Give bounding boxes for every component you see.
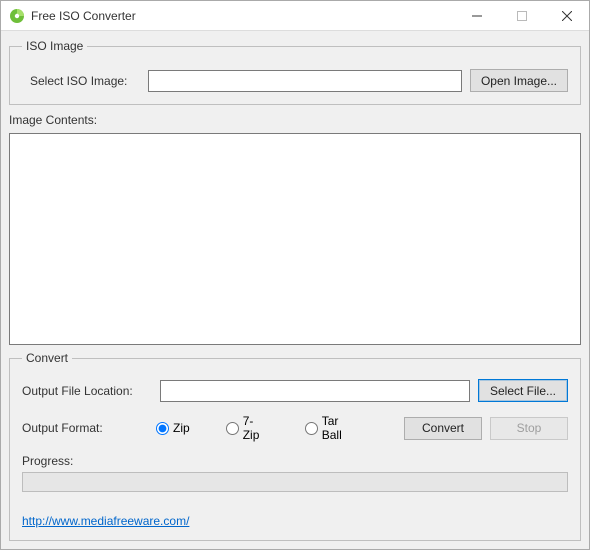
maximize-button[interactable] [499,1,544,30]
output-format-label: Output Format: [22,421,148,435]
convert-button[interactable]: Convert [404,417,482,440]
format-zip-option[interactable]: Zip [156,421,190,435]
window-controls [454,1,589,30]
website-link[interactable]: http://www.mediafreeware.com/ [22,514,568,528]
open-image-button[interactable]: Open Image... [470,69,568,92]
window-title: Free ISO Converter [31,9,454,23]
select-file-button[interactable]: Select File... [478,379,568,402]
output-location-label: Output File Location: [22,384,152,398]
format-tarball-radio[interactable] [305,422,318,435]
select-iso-label: Select ISO Image: [22,74,140,88]
progress-bar [22,472,568,492]
convert-legend: Convert [22,351,72,365]
progress-section: Progress: [22,454,568,492]
titlebar: Free ISO Converter [1,1,589,31]
format-7zip-option[interactable]: 7-Zip [226,414,269,442]
minimize-button[interactable] [454,1,499,30]
iso-image-legend: ISO Image [22,39,87,53]
progress-label: Progress: [22,454,568,468]
image-contents-label: Image Contents: [9,113,581,127]
format-tarball-label: Tar Ball [322,414,360,442]
iso-image-group: ISO Image Select ISO Image: Open Image..… [9,39,581,105]
format-zip-label: Zip [173,421,190,435]
image-contents-list[interactable] [9,133,581,345]
client-area: ISO Image Select ISO Image: Open Image..… [1,31,589,549]
format-7zip-radio[interactable] [226,422,239,435]
format-7zip-label: 7-Zip [243,414,269,442]
close-button[interactable] [544,1,589,30]
iso-path-input[interactable] [148,70,462,92]
app-window: Free ISO Converter ISO Image Select ISO … [0,0,590,550]
format-zip-radio[interactable] [156,422,169,435]
app-icon [9,8,25,24]
output-location-input[interactable] [160,380,470,402]
close-icon [562,11,572,21]
stop-button[interactable]: Stop [490,417,568,440]
convert-group: Convert Output File Location: Select Fil… [9,351,581,541]
format-tarball-option[interactable]: Tar Ball [305,414,360,442]
minimize-icon [472,11,482,21]
maximize-icon [517,11,527,21]
